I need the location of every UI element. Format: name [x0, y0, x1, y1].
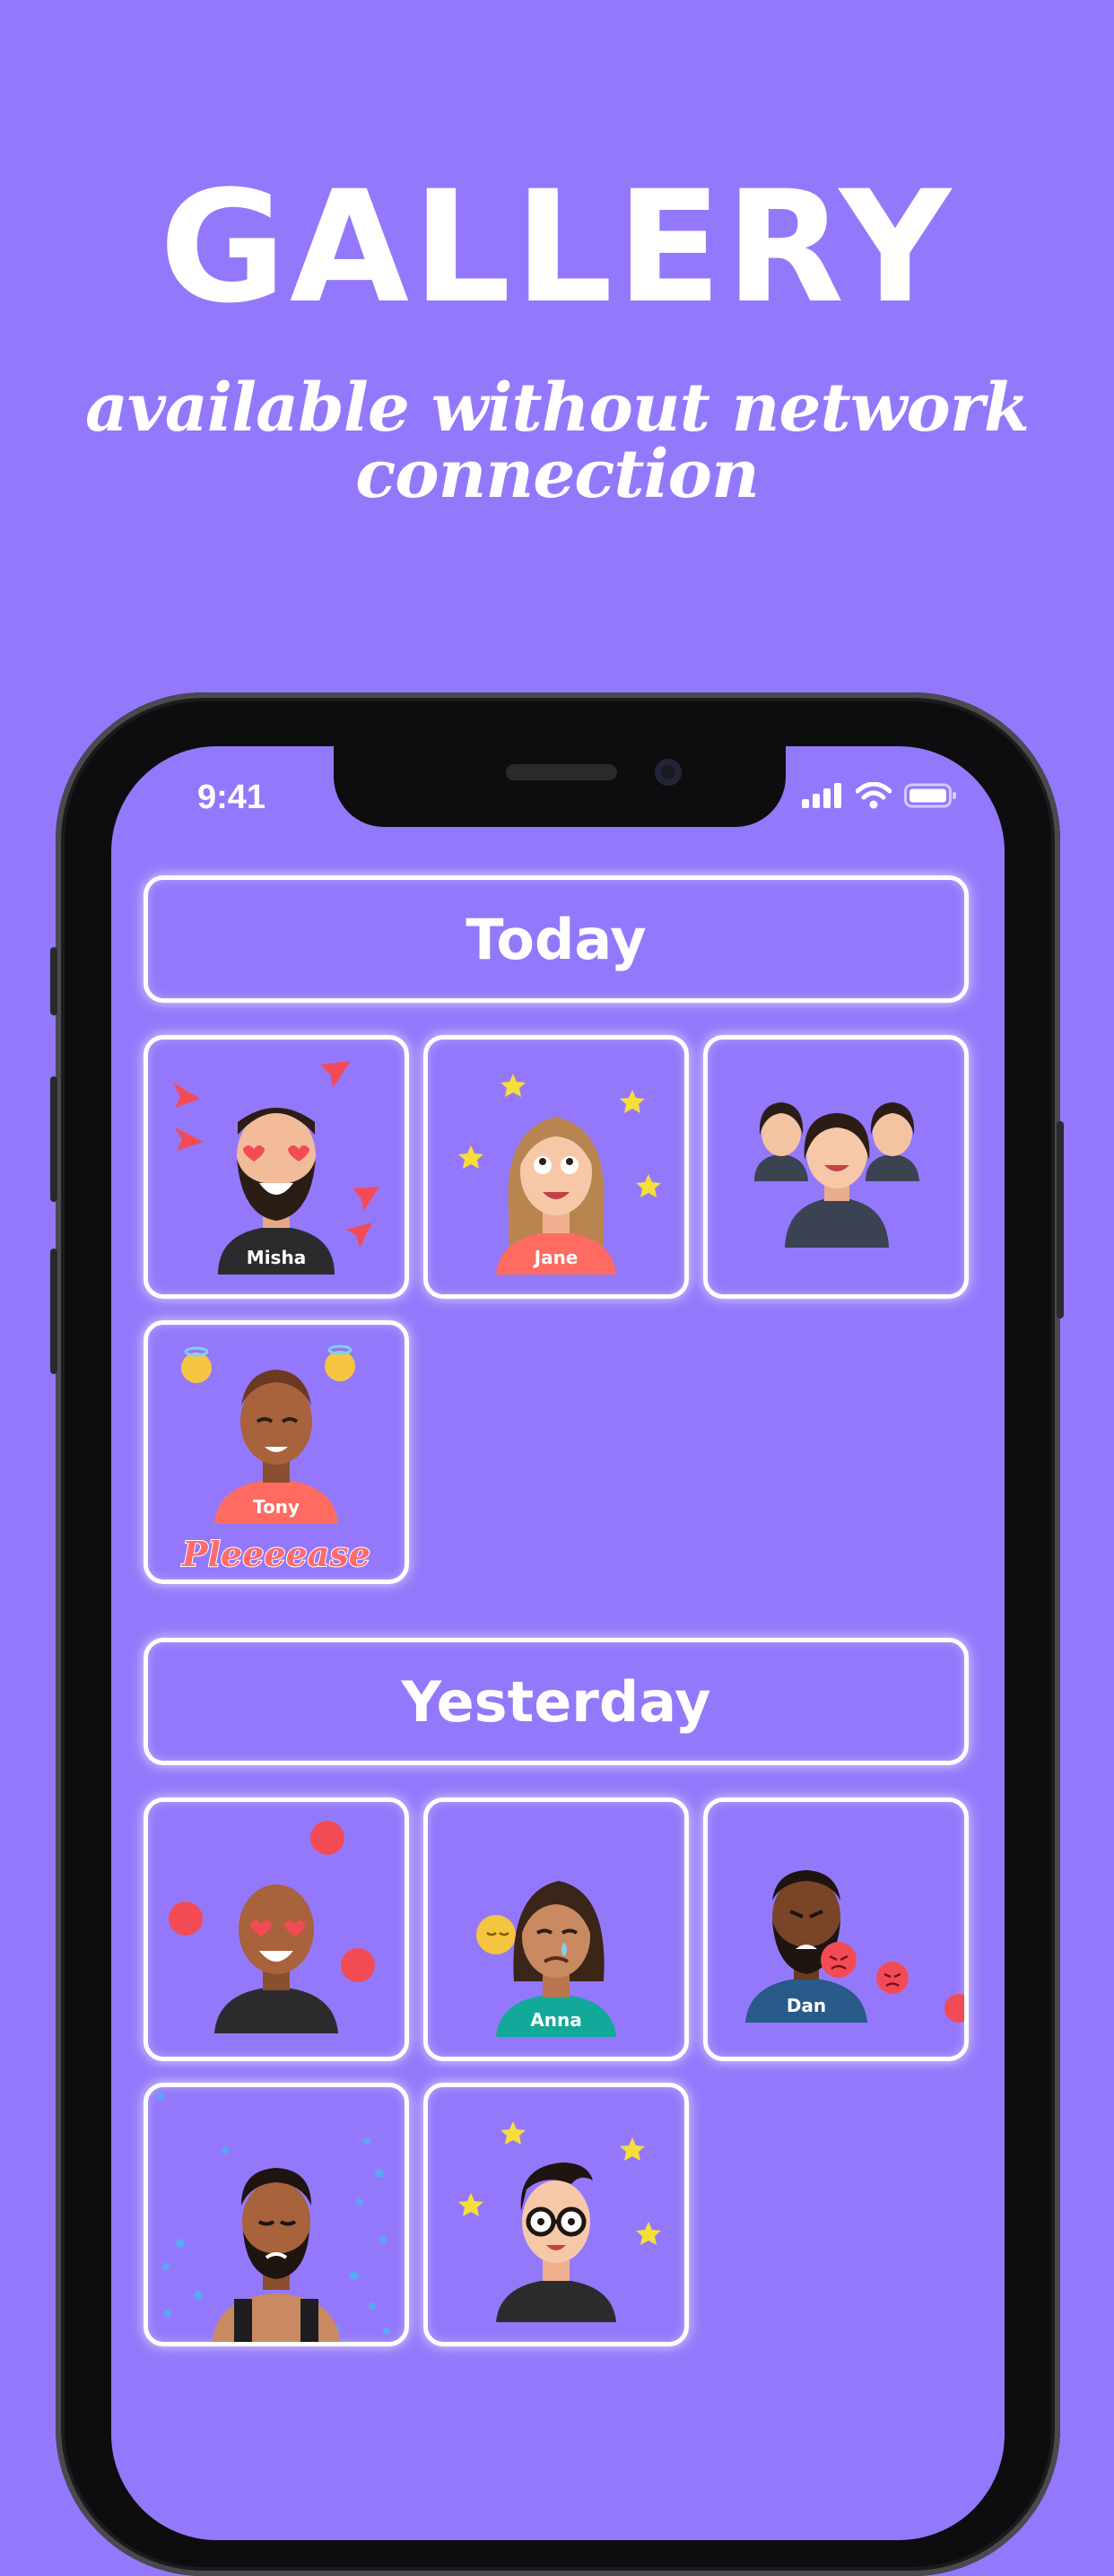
dan-avatar-icon: Dan [745, 1870, 964, 2023]
misha-avatar-icon: Misha [173, 1061, 379, 1275]
speaker [506, 764, 617, 780]
gallery-tile-group[interactable] [703, 1035, 969, 1299]
gallery-tile-sad[interactable] [144, 2083, 409, 2346]
sad-avatar-icon [157, 2093, 390, 2342]
battery-icon [904, 782, 958, 814]
notch [334, 746, 786, 827]
misha-name: Misha [247, 1247, 306, 1268]
hearts-avatar-icon [169, 1821, 375, 2033]
phone-volume-up-button [50, 1076, 57, 1202]
subline: available without network connection [84, 370, 1030, 513]
status-time: 9:41 [197, 779, 266, 816]
group-avatar-icon [754, 1102, 919, 1248]
gallery-tile-jane[interactable]: Jane [423, 1035, 689, 1299]
anna-name: Anna [530, 2009, 581, 2031]
gallery-tile-misha[interactable]: Misha [144, 1035, 409, 1299]
camera [655, 759, 682, 786]
jane-avatar-icon: Jane [458, 1074, 661, 1275]
dan-name: Dan [787, 1995, 826, 2016]
phone-power-button [1057, 1121, 1064, 1318]
gallery-tile-hearts[interactable] [144, 1797, 409, 2061]
anna-avatar-icon: Anna [476, 1881, 616, 2037]
status-icons [802, 781, 958, 814]
wifi-icon [855, 781, 892, 814]
phone-volume-down-button [50, 1249, 57, 1374]
section-header-yesterday: Yesterday [144, 1638, 969, 1765]
phone-silent-switch [50, 947, 57, 1015]
gallery-tile-dan[interactable]: Dan [703, 1797, 969, 2061]
phone-screen: 9:41 Today Misha Jane Tony Pleeeease Yes… [111, 746, 1005, 2540]
jane-name: Jane [533, 1247, 579, 1268]
signal-icon [802, 783, 843, 813]
tony-name: Tony [253, 1496, 300, 1518]
gallery-tile-anna[interactable]: Anna [423, 1797, 689, 2061]
gallery-tile-tony[interactable]: Tony Pleeeease [144, 1320, 409, 1584]
section-header-today: Today [144, 875, 969, 1003]
headline: GALLERY [159, 157, 955, 337]
gallery-tile-glasses[interactable] [423, 2083, 689, 2346]
tony-caption: Pleeeease [181, 1533, 371, 1575]
glasses-avatar-icon [458, 2121, 661, 2322]
